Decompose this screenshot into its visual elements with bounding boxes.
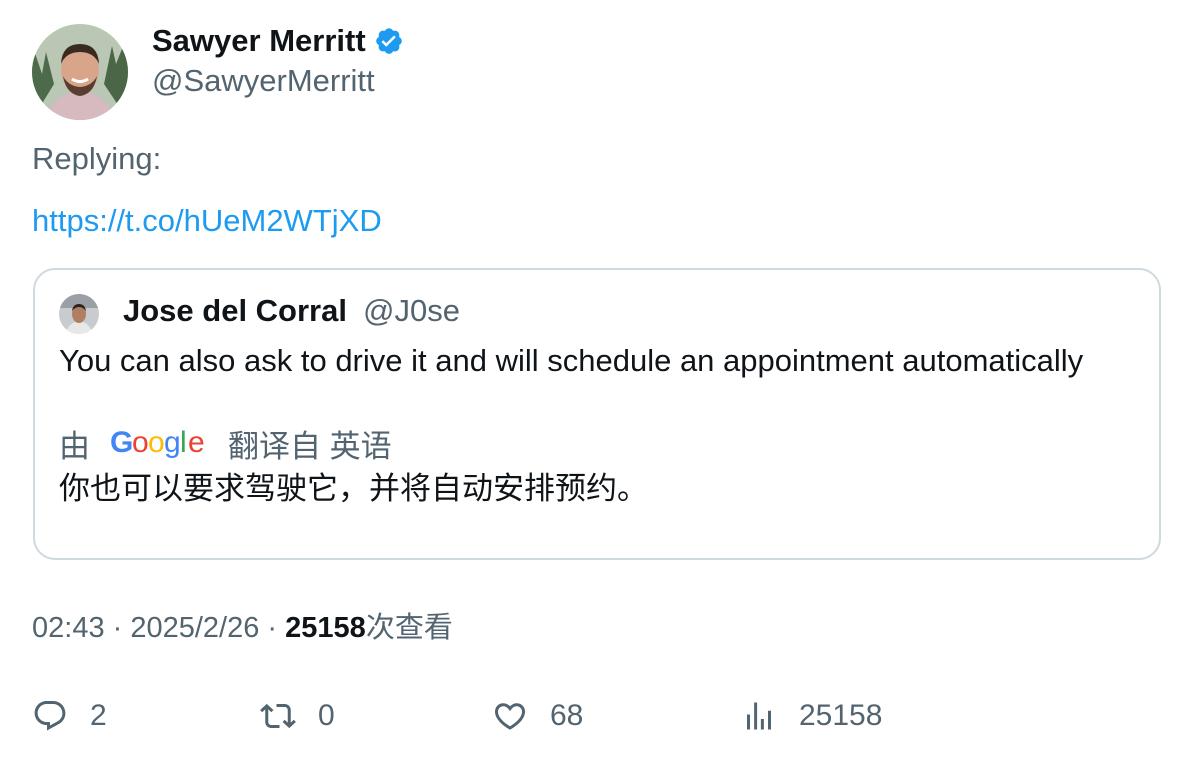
reply-count: 2 (90, 699, 107, 732)
views-label: 次查看 (365, 612, 453, 644)
svg-text:l: l (180, 426, 187, 459)
tweet-link[interactable]: https://t.co/hUeM2WTjXD (32, 202, 382, 240)
retweet-count: 0 (318, 699, 335, 732)
action-bar: 2 0 68 25158 (0, 696, 1196, 736)
svg-text:G: G (110, 426, 133, 459)
svg-text:o: o (132, 426, 149, 459)
reply-icon (34, 701, 66, 731)
quote-author-avatar[interactable] (59, 294, 99, 334)
analytics-icon (747, 702, 771, 730)
retweet-button[interactable]: 0 (260, 696, 335, 736)
like-button[interactable]: 68 (492, 696, 583, 736)
author-avatar[interactable] (32, 24, 128, 120)
author-name-text[interactable]: Sawyer Merritt (152, 22, 366, 60)
google-logo-icon: G o o g l e (110, 426, 208, 460)
translated-text: 你也可以要求驾驶它，并将自动安排预约。 (59, 471, 648, 506)
quote-author-name[interactable]: Jose del Corral (123, 292, 347, 330)
author-handle[interactable]: @SawyerMerritt (152, 62, 375, 100)
like-count: 68 (550, 699, 584, 732)
meta-separator: · (104, 612, 131, 644)
heart-icon (494, 703, 526, 730)
tweet-meta: 02:43 · 2025/2/26 · 25158次查看 (32, 609, 453, 647)
views-count-action: 25158 (799, 699, 883, 732)
tweet-date[interactable]: 2025/2/26 (130, 612, 259, 644)
quoted-tweet-card[interactable]: Jose del Corral @J0se You can also ask t… (33, 268, 1161, 560)
views-button[interactable]: 25158 (741, 696, 882, 736)
svg-text:g: g (164, 426, 181, 459)
retweet-icon (260, 703, 296, 729)
translate-prefix: 由 (59, 428, 90, 464)
translate-suffix: 翻译自 英语 (228, 428, 392, 464)
author-name[interactable]: Sawyer Merritt (152, 22, 404, 60)
svg-text:e: e (188, 426, 205, 459)
svg-text:o: o (148, 426, 165, 459)
quote-author-handle[interactable]: @J0se (363, 292, 460, 330)
translation-attribution: 由 G o o g l e 翻译自 英语 (59, 424, 392, 464)
verified-badge-icon (374, 26, 404, 56)
reply-button[interactable]: 2 (32, 696, 107, 736)
tweet-time[interactable]: 02:43 (32, 612, 105, 644)
replying-label: Replying: (32, 141, 162, 176)
views-count: 25158 (285, 612, 366, 644)
quote-text: You can also ask to drive it and will sc… (59, 343, 1084, 378)
meta-separator: · (259, 612, 286, 644)
